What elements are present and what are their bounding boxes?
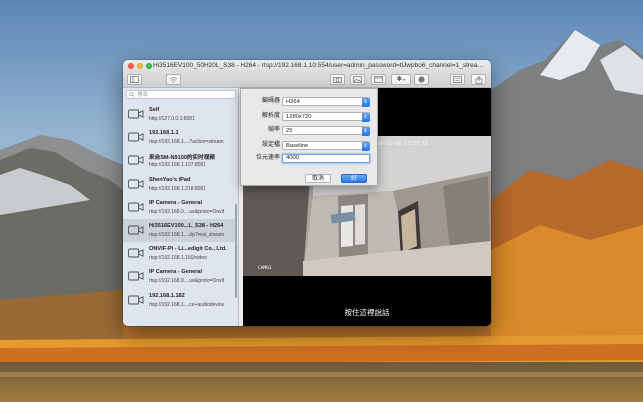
encoder-value: H264: [286, 99, 300, 105]
close-button[interactable]: [128, 63, 134, 69]
device-url: rtsp://192.168.1....ce+audiodevice: [149, 301, 225, 308]
video-camera-icon: [128, 202, 144, 212]
video-camera-icon: [128, 132, 144, 142]
ok-button[interactable]: 好: [341, 174, 367, 183]
device-name: ONVIF-Pi - Li...edigit Co., Ltd.: [149, 246, 227, 253]
video-camera-icon: [128, 179, 144, 189]
fps-value: 25: [286, 128, 293, 134]
video-camera-icon: [128, 155, 144, 165]
list-item[interactable]: 来自SM-N9100的实时视频 http://192.168.1.107:808…: [123, 149, 236, 172]
device-name: 来自SM-N9100的实时视频: [149, 155, 215, 162]
settings-menu-button[interactable]: ✱ ▾: [391, 74, 411, 85]
list-item[interactable]: Self http://127.0.0.1:8081: [123, 103, 236, 126]
video-camera-icon: [128, 225, 144, 235]
device-name: ShenYao's iPad: [149, 176, 191, 183]
device-name: Self: [149, 107, 160, 113]
stream-settings-sheet: 編碼器 H264 ⇕ 解析度 1280x720 ⇕ 幀率 25 ⇕ 設定檔 Ba…: [240, 88, 378, 186]
sidebar-icon: [130, 76, 139, 83]
device-url: http://192.168.1.107:8081: [149, 162, 206, 169]
chevron-updown-icon: ⇕: [361, 112, 370, 122]
device-name: IP Camera - General: [149, 269, 203, 276]
device-list: Self http://127.0.0.1:8081 192.168.1.1 r…: [123, 103, 239, 312]
list-item[interactable]: 192.168.1.182 rtsp://192.168.1....ce+aud…: [123, 289, 236, 312]
app-window: Hi3516EV100_50H20L_S38 - H264 - rtsp://1…: [123, 60, 491, 326]
video-camera-icon: [128, 109, 144, 119]
device-url: rtsp://192.168.1.150/video: [149, 255, 207, 262]
snapshot-button[interactable]: [330, 74, 345, 85]
list-item[interactable]: IP Camera - General rtsp://192.168.0....…: [123, 196, 236, 219]
minimize-button[interactable]: [137, 63, 143, 69]
camera-icon: [333, 77, 342, 83]
fps-select[interactable]: 25 ⇕: [282, 126, 370, 136]
video-camera-icon: [128, 248, 144, 258]
search-placeholder: 搜尋: [137, 92, 149, 98]
list-item[interactable]: ShenYao's iPad http://192.168.1.218:8081: [123, 173, 236, 196]
search-icon: [129, 92, 134, 97]
encoder-select[interactable]: H264 ⇕: [282, 97, 370, 107]
device-name: 192.168.1.182: [149, 292, 185, 299]
chevron-updown-icon: ⇕: [361, 126, 370, 136]
zoom-button[interactable]: [146, 63, 152, 69]
resolution-value: 1280x720: [286, 114, 312, 120]
share-icon: [475, 75, 482, 84]
sidebar-scrollbar[interactable]: [235, 204, 237, 298]
chevron-updown-icon: ⇕: [361, 141, 370, 151]
gallery-button[interactable]: [350, 74, 365, 85]
toolbar: ✱ ▾: [123, 72, 491, 88]
profile-label: 設定檔: [261, 142, 280, 148]
bitrate-field[interactable]: 4000: [282, 154, 370, 163]
share-button[interactable]: [471, 74, 486, 85]
list-item[interactable]: 192.168.1.1 rtsp://192.168.1....?action=…: [123, 126, 236, 149]
camera-sidebar: 搜尋 Self http://127.0.0.1:8081 192.168.1.…: [123, 88, 239, 326]
title-bar[interactable]: Hi3516EV100_50H20L_S38 - H264 - rtsp://1…: [123, 60, 491, 72]
window-title: Hi3516EV100_50H20L_S38 - H264 - rtsp://1…: [153, 62, 487, 69]
encoder-label: 編碼器: [261, 98, 280, 104]
gear-icon: ✱: [396, 76, 403, 83]
record-icon: [418, 76, 425, 83]
bitrate-label: 位元速率: [255, 155, 280, 161]
window-controls: [128, 63, 152, 69]
device-url: http://192.168.1.218:8081: [149, 185, 206, 192]
video-timestamp: 2018-11-06 17:17:15: [371, 141, 429, 147]
photos-icon: [353, 76, 362, 83]
push-to-talk-button[interactable]: 按住這裡說話: [243, 300, 491, 326]
device-url: rtsp://192.168.0....ue&proto=Onvif: [149, 208, 225, 215]
chevron-updown-icon: ⇕: [361, 97, 370, 107]
resolution-label: 解析度: [261, 113, 280, 119]
toggle-sidebar-button[interactable]: [127, 74, 142, 85]
device-url: rtsp://192.168.0....ue&proto=Onvif: [149, 278, 225, 285]
list-item-selected[interactable]: Hi3516EV100...L_S38 - H264 rtsp://192.16…: [123, 218, 236, 243]
cancel-button[interactable]: 取消: [305, 174, 331, 183]
window-button[interactable]: [371, 74, 386, 85]
search-input[interactable]: 搜尋: [126, 90, 236, 99]
device-url: http://127.0.0.1:8081: [149, 116, 195, 122]
window-icon: [374, 76, 383, 83]
device-name: 192.168.1.1: [149, 130, 179, 137]
wifi-icon: [169, 77, 178, 83]
profile-value: Baseline: [286, 143, 309, 149]
device-name: Hi3516EV100...L_S38 - H264: [149, 222, 224, 229]
chevron-down-icon: ▾: [403, 76, 406, 82]
list-item[interactable]: IP Camera - General rtsp://192.168.0....…: [123, 265, 236, 288]
fps-label: 幀率: [267, 127, 280, 133]
device-url: rtsp://192.168.1....dp?real_stream: [149, 231, 225, 238]
camera-label: CAM01: [258, 266, 272, 271]
grid-view-button[interactable]: [450, 74, 465, 85]
profile-select[interactable]: Baseline ⇕: [282, 141, 370, 151]
video-camera-icon: [128, 295, 144, 304]
record-button[interactable]: [414, 74, 429, 85]
device-name: IP Camera - General: [149, 199, 203, 206]
list-item[interactable]: ONVIF-Pi - Li...edigit Co., Ltd. rtsp://…: [123, 242, 236, 265]
wifi-button[interactable]: [166, 74, 181, 85]
list-icon: [453, 76, 462, 83]
resolution-select[interactable]: 1280x720 ⇕: [282, 112, 370, 122]
device-url: rtsp://192.168.1....?action=stream: [149, 139, 224, 146]
video-camera-icon: [128, 271, 144, 281]
